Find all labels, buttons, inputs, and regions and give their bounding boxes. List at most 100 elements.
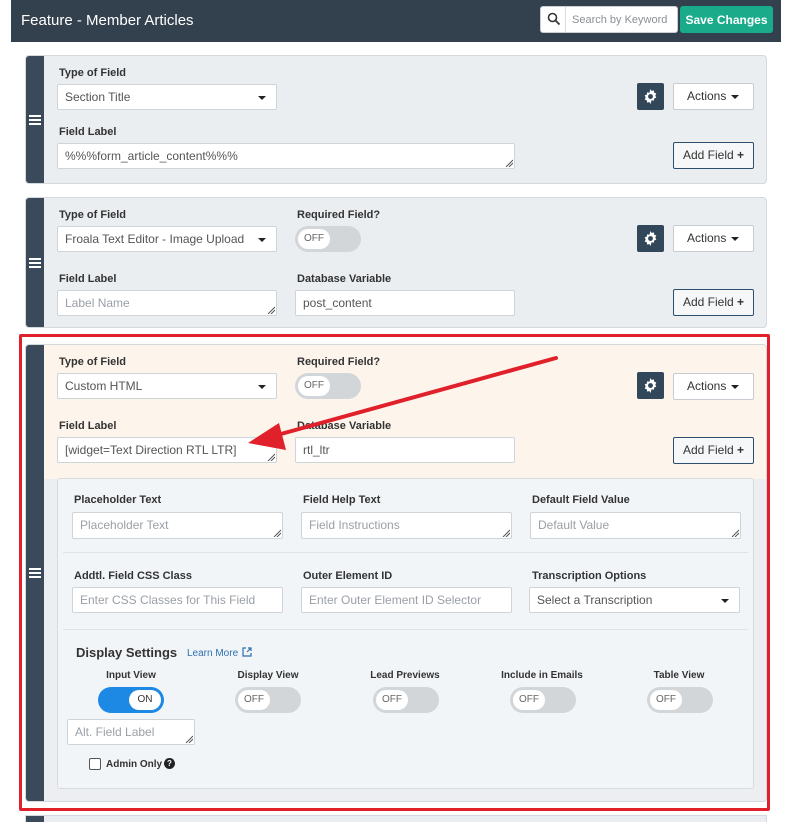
outer-element-id-label: Outer Element ID <box>303 570 393 582</box>
table-view-toggle[interactable]: OFF <box>647 687 713 713</box>
field-label-label: Field Label <box>59 273 117 285</box>
chevron-down-icon <box>258 96 266 100</box>
resize-grip-icon[interactable] <box>505 159 513 167</box>
css-class-input[interactable]: Enter CSS Classes for This Field <box>72 587 283 613</box>
plus-icon: + <box>737 295 745 309</box>
type-of-field-select[interactable]: Custom HTML <box>57 373 277 399</box>
required-field-toggle[interactable]: OFF <box>295 226 361 252</box>
required-field-label: Required Field? <box>297 356 381 368</box>
display-settings-title: Display Settings <box>76 645 178 660</box>
field-help-text-placeholder: Field Instructions <box>309 518 400 532</box>
type-of-field-label: Type of Field <box>59 356 127 368</box>
type-of-field-value: Custom HTML <box>65 379 143 393</box>
lead-previews-toggle[interactable]: OFF <box>373 687 439 713</box>
settings-button[interactable] <box>637 372 664 399</box>
field-card-custom-html: Type of Field Custom HTML Required Field… <box>25 344 767 802</box>
chevron-down-icon <box>721 599 729 603</box>
plus-icon: + <box>737 148 745 162</box>
search-input[interactable] <box>565 7 675 32</box>
add-field-button[interactable]: Add Field + <box>673 289 754 316</box>
search-box[interactable] <box>540 6 678 33</box>
database-variable-label: Database Variable <box>297 420 392 432</box>
field-label-input[interactable]: %%%form_article_content%%% <box>57 143 515 169</box>
outer-element-id-input[interactable]: Enter Outer Element ID Selector <box>301 587 512 613</box>
include-in-emails-label: Include in Emails <box>501 670 583 681</box>
drag-handle[interactable] <box>26 198 44 327</box>
next-card-edge <box>25 815 767 822</box>
drag-handle[interactable] <box>26 56 44 183</box>
page-header: Feature - Member Articles Save Changes <box>11 0 781 42</box>
gear-icon <box>644 231 657 246</box>
actions-label: Actions <box>687 231 727 245</box>
field-help-text-input[interactable]: Field Instructions <box>301 512 512 539</box>
resize-grip-icon[interactable] <box>185 735 193 743</box>
actions-label: Actions <box>687 89 727 103</box>
field-label-value: [widget=Text Direction RTL LTR] <box>65 443 237 457</box>
toggle-state: ON <box>129 690 161 710</box>
field-label-label: Field Label <box>59 126 117 138</box>
section-divider <box>63 629 748 630</box>
resize-grip-icon[interactable] <box>267 306 275 314</box>
gear-icon <box>644 89 657 104</box>
actions-dropdown-button[interactable]: Actions <box>673 373 754 400</box>
admin-only-label: Admin Only <box>106 759 163 770</box>
type-of-field-value: Section Title <box>65 90 131 104</box>
field-card-froala: Type of Field Froala Text Editor - Image… <box>25 197 767 328</box>
database-variable-input[interactable]: rtl_ltr <box>295 437 515 463</box>
display-view-toggle[interactable]: OFF <box>235 687 301 713</box>
input-view-toggle[interactable]: ON <box>98 687 164 713</box>
search-icon <box>547 12 561 26</box>
type-of-field-select[interactable]: Section Title <box>57 84 277 110</box>
outer-element-id-placeholder: Enter Outer Element ID Selector <box>309 593 482 607</box>
toggle-state: OFF <box>513 690 545 710</box>
css-class-label: Addtl. Field CSS Class <box>74 570 192 582</box>
required-field-label: Required Field? <box>297 209 381 221</box>
advanced-settings-panel: Placeholder Text Placeholder Text Field … <box>57 478 754 789</box>
field-card-section-title: Type of Field Section Title Field Label … <box>25 55 767 184</box>
actions-dropdown-button[interactable]: Actions <box>673 225 754 252</box>
external-link-icon <box>242 647 252 657</box>
add-field-button[interactable]: Add Field + <box>673 437 754 464</box>
field-label-input[interactable]: Label Name <box>57 290 277 316</box>
placeholder-text-placeholder: Placeholder Text <box>80 518 169 532</box>
settings-button[interactable] <box>637 225 664 252</box>
display-view-label: Display View <box>237 670 299 681</box>
add-field-label: Add Field <box>682 148 734 162</box>
chevron-down-icon <box>258 238 266 242</box>
field-label-input[interactable]: [widget=Text Direction RTL LTR] <box>57 437 277 463</box>
actions-label: Actions <box>687 379 727 393</box>
placeholder-text-input[interactable]: Placeholder Text <box>72 512 283 539</box>
admin-only-checkbox[interactable] <box>89 758 101 770</box>
learn-more-label: Learn More <box>187 648 239 659</box>
resize-grip-icon[interactable] <box>267 453 275 461</box>
include-in-emails-toggle[interactable]: OFF <box>510 687 576 713</box>
add-field-button[interactable]: Add Field + <box>673 142 754 169</box>
type-of-field-label: Type of Field <box>59 209 127 221</box>
css-class-placeholder: Enter CSS Classes for This Field <box>80 593 256 607</box>
question-circle-icon[interactable]: ? <box>164 758 175 769</box>
type-of-field-select[interactable]: Froala Text Editor - Image Upload <box>57 226 277 252</box>
actions-dropdown-button[interactable]: Actions <box>673 83 754 110</box>
page-title: Feature - Member Articles <box>21 12 194 29</box>
drag-handle[interactable] <box>26 345 44 801</box>
type-of-field-label: Type of Field <box>59 67 127 79</box>
database-variable-input[interactable]: post_content <box>295 290 515 316</box>
save-changes-button[interactable]: Save Changes <box>680 6 773 33</box>
transcription-options-label: Transcription Options <box>532 570 647 582</box>
lead-previews-label: Lead Previews <box>370 670 440 681</box>
required-field-toggle[interactable]: OFF <box>295 373 361 399</box>
resize-grip-icon[interactable] <box>502 529 510 537</box>
hamburger-icon <box>29 257 41 268</box>
resize-grip-icon[interactable] <box>731 529 739 537</box>
alt-field-label-input[interactable]: Alt. Field Label <box>67 719 195 745</box>
type-of-field-value: Froala Text Editor - Image Upload <box>65 232 245 246</box>
settings-button[interactable] <box>637 83 664 110</box>
input-view-label: Input View <box>106 670 156 681</box>
database-variable-value: post_content <box>303 296 372 310</box>
resize-grip-icon[interactable] <box>273 529 281 537</box>
chevron-down-icon <box>258 385 266 389</box>
learn-more-link[interactable]: Learn More <box>187 647 252 659</box>
default-field-value-input[interactable]: Default Value <box>530 512 741 539</box>
hamburger-icon <box>29 114 41 125</box>
transcription-options-select[interactable]: Select a Transcription <box>529 587 740 613</box>
